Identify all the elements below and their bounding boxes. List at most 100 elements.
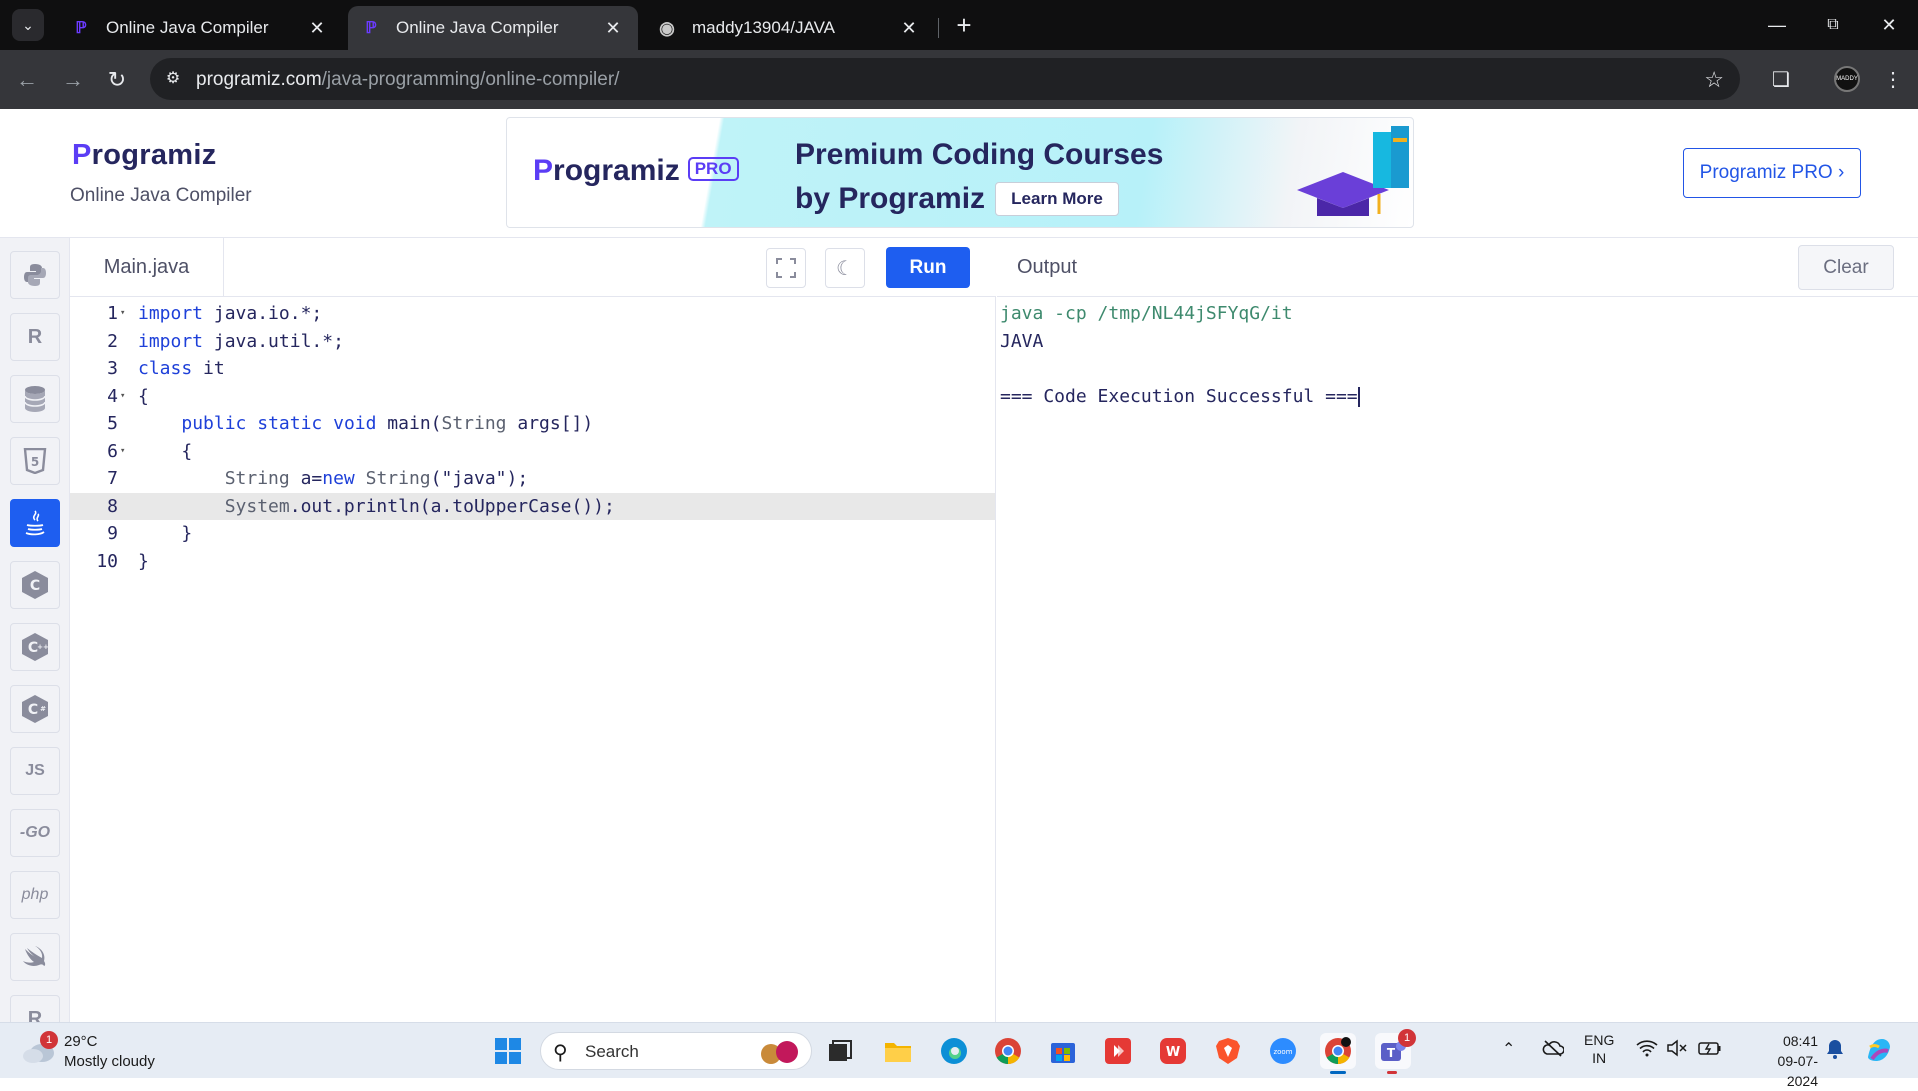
anydesk-icon[interactable] (1100, 1033, 1136, 1069)
fold-toggle-icon[interactable]: ▾ (120, 383, 125, 411)
python-icon[interactable] (10, 251, 60, 299)
search-highlight-icon (761, 1041, 798, 1064)
learn-more-button[interactable]: Learn More (995, 182, 1119, 216)
minimize-button[interactable]: — (1762, 10, 1792, 40)
browser-tab-3[interactable]: ◉ maddy13904/JAVA ✕ (644, 6, 934, 50)
close-tab-icon[interactable]: ✕ (898, 18, 920, 39)
forward-button[interactable]: → (58, 65, 88, 95)
programiz-logo[interactable]: Programiz (72, 139, 217, 172)
language-code: ENG (1584, 1032, 1615, 1048)
rust-icon[interactable]: R (10, 995, 60, 1022)
restore-button[interactable]: ⧉ (1818, 10, 1848, 40)
wps-office-icon[interactable]: W (1155, 1033, 1191, 1069)
sql-icon[interactable] (10, 375, 60, 423)
r-label: R (27, 325, 43, 348)
extensions-icon[interactable]: ❏ (1766, 65, 1796, 95)
language-sidebar: R 5 C C ++ C # JS -GO php R (0, 238, 70, 1022)
file-tab-main-java[interactable]: Main.java (70, 238, 224, 296)
code-line[interactable]: 3 class it (70, 355, 995, 383)
input-language-indicator[interactable]: ENG IN (1584, 1031, 1614, 1067)
cpp-icon[interactable]: C ++ (10, 623, 60, 671)
r-icon[interactable]: R (10, 313, 60, 361)
fullscreen-icon[interactable] (766, 248, 806, 288)
fold-toggle-icon[interactable]: ▾ (120, 300, 125, 328)
output-console[interactable]: java -cp /tmp/NL44jSFYqG/it JAVA === Code … (997, 297, 1918, 1022)
microsoft-store-icon[interactable] (1045, 1033, 1081, 1069)
output-line: JAVA (1000, 328, 1043, 356)
volume-muted-icon[interactable] (1666, 1039, 1688, 1062)
new-tab-button[interactable]: + (950, 12, 978, 40)
code-editor[interactable]: 1 ▾ import java.io.*; 2 import java.util.*; 3… (70, 297, 996, 1022)
copilot-icon[interactable] (1864, 1035, 1894, 1070)
profile-avatar[interactable]: MADDY (1834, 66, 1860, 92)
close-tab-icon[interactable]: ✕ (306, 18, 328, 39)
code-line[interactable]: 10} (70, 548, 995, 576)
swift-icon[interactable] (10, 933, 60, 981)
weather-widget[interactable]: 1 29°C Mostly cloudy (20, 1031, 200, 1071)
weather-notification-badge: 1 (40, 1031, 58, 1049)
reload-button[interactable]: ↻ (102, 65, 132, 95)
line-number: 5 (107, 413, 118, 434)
code-line[interactable]: 4 ▾ { (70, 383, 995, 411)
brave-browser-icon[interactable] (1210, 1033, 1246, 1069)
chrome-icon[interactable] (990, 1033, 1026, 1069)
clear-button[interactable]: Clear (1798, 245, 1894, 290)
books-icon (1373, 126, 1409, 188)
site-info-icon[interactable]: ⚙ (162, 68, 184, 90)
js-label: JS (25, 762, 45, 779)
region-code: IN (1592, 1050, 1607, 1066)
menu-kebab-icon[interactable]: ⋮ (1878, 65, 1908, 95)
tab-search-menu-button[interactable]: ⌄ (12, 9, 44, 41)
output-line: === Code Execution Successful === (1000, 383, 1360, 411)
edge-browser-icon[interactable] (936, 1033, 972, 1069)
code-line[interactable]: 5 public static void main(String args[]) (70, 410, 995, 438)
back-button[interactable]: ← (12, 65, 42, 95)
programiz-pro-button[interactable]: Programiz PRO › (1683, 148, 1861, 198)
fold-toggle-icon[interactable]: ▾ (120, 438, 125, 466)
bookmark-star-icon[interactable]: ☆ (1704, 67, 1724, 93)
show-hidden-icons-chevron-icon[interactable]: ⌃ (1502, 1039, 1515, 1059)
close-tab-icon[interactable]: ✕ (602, 18, 624, 39)
taskbar-search[interactable]: ⚲ Search (540, 1032, 812, 1070)
task-view-icon[interactable] (822, 1033, 858, 1069)
code-line[interactable]: 7 String a=new String("java"); (70, 465, 995, 493)
promo-banner[interactable]: Programiz PRO Premium Coding Courses by P… (506, 117, 1414, 228)
line-number: 4 (107, 385, 118, 407)
code-line[interactable]: 2 import java.util.*; (70, 328, 995, 356)
line-number: 3 (107, 358, 118, 379)
onedrive-offline-icon[interactable] (1542, 1039, 1565, 1062)
notification-bell-icon[interactable] (1826, 1039, 1844, 1064)
svg-text:#: # (40, 705, 46, 713)
browser-tab-1[interactable]: ℙ Online Java Compiler ✕ (58, 6, 342, 50)
dark-mode-moon-icon[interactable]: ☾ (825, 248, 865, 288)
code-line[interactable]: 6 ▾ { (70, 438, 995, 466)
run-button[interactable]: Run (886, 247, 970, 288)
java-icon[interactable] (10, 499, 60, 547)
banner-subheadline: by Programiz (795, 182, 986, 215)
url-text[interactable]: programiz.com/java-programming/online-co… (196, 69, 619, 91)
go-icon[interactable]: -GO (10, 809, 60, 857)
html-icon[interactable]: 5 (10, 437, 60, 485)
js-icon[interactable]: JS (10, 747, 60, 795)
php-icon[interactable]: php (10, 871, 60, 919)
csharp-icon[interactable]: C # (10, 685, 60, 733)
wifi-icon[interactable] (1636, 1039, 1658, 1062)
line-number: 8 (107, 495, 118, 517)
file-explorer-icon[interactable] (880, 1033, 916, 1069)
code-line[interactable]: 9 } (70, 520, 995, 548)
github-icon: ◉ (659, 17, 675, 38)
browser-tab-2[interactable]: ℙ Online Java Compiler ✕ (348, 6, 638, 50)
c-icon[interactable]: C (10, 561, 60, 609)
code-line[interactable]: 1 ▾ import java.io.*; (70, 300, 995, 328)
search-icon: ⚲ (553, 1042, 568, 1064)
programiz-icon: ℙ (365, 20, 377, 37)
teams-notification-badge: 1 (1398, 1029, 1416, 1047)
windows-start-icon[interactable] (490, 1033, 526, 1069)
zoom-icon[interactable]: zoom (1265, 1033, 1301, 1069)
battery-charging-icon[interactable] (1698, 1039, 1722, 1062)
address-bar[interactable]: ⚙ programiz.com/java-programming/online-… (150, 58, 1740, 100)
close-window-button[interactable]: ✕ (1874, 10, 1904, 40)
chrome-profile-icon[interactable] (1320, 1033, 1356, 1069)
code-line[interactable]: 8 System.out.println(a.toUpperCase()); (70, 492, 995, 520)
system-clock[interactable]: 08:41 09-07-2024 (1754, 1031, 1818, 1091)
